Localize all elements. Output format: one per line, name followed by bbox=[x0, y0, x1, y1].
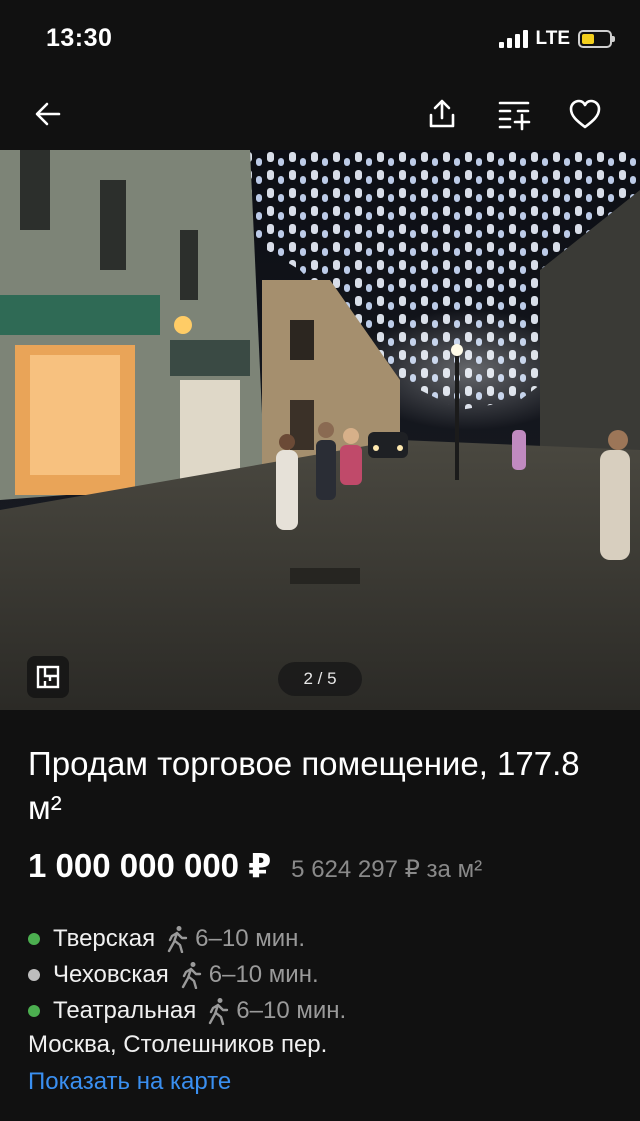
price-row: 1 000 000 000 ₽ 5 624 297 ₽ за м² bbox=[28, 846, 482, 885]
listing-title: Продам торговое помещение, 177.8 м² bbox=[28, 745, 580, 826]
metro-name: Чеховская bbox=[53, 961, 169, 988]
metro-list: Тверская 6–10 мин. Чеховская 6–10 мин. Т… bbox=[28, 921, 346, 1029]
price: 1 000 000 000 ₽ bbox=[28, 847, 272, 884]
metro-station: Тверская 6–10 мин. bbox=[28, 921, 346, 957]
photo-counter: 2 / 5 bbox=[278, 662, 362, 696]
walk-icon bbox=[209, 998, 229, 1025]
walk-icon bbox=[167, 926, 188, 953]
metro-station: Чеховская 6–10 мин. bbox=[28, 957, 346, 993]
walk-icon bbox=[181, 962, 201, 989]
arrow-left-icon bbox=[35, 102, 61, 126]
share-icon bbox=[429, 99, 455, 128]
metro-line-dot bbox=[28, 933, 40, 945]
heart-icon bbox=[569, 99, 601, 129]
show-on-map-link[interactable]: Показать на карте bbox=[28, 1068, 231, 1096]
metro-walk-time: 6–10 мин. bbox=[195, 925, 306, 952]
metro-line-dot bbox=[28, 1005, 40, 1017]
status-bar: 13:30 LTE bbox=[0, 0, 640, 80]
signal-icon bbox=[498, 30, 528, 48]
metro-station: Театральная 6–10 мин. bbox=[28, 993, 346, 1029]
metro-walk-time: 6–10 мин. bbox=[208, 961, 319, 988]
metro-line-dot bbox=[28, 969, 40, 981]
floor-plan-button[interactable] bbox=[27, 656, 69, 698]
listing-photo[interactable]: 2 / 5 bbox=[0, 150, 640, 710]
compare-button[interactable] bbox=[490, 90, 538, 138]
metro-walk-time: 6–10 мин. bbox=[236, 997, 347, 1024]
address: Москва, Столешников пер. bbox=[28, 1031, 328, 1058]
network-type: LTE bbox=[535, 28, 570, 49]
metro-name: Театральная bbox=[53, 997, 197, 1024]
status-indicators: LTE bbox=[498, 28, 615, 50]
battery-icon bbox=[578, 30, 615, 48]
floor-plan-icon bbox=[36, 665, 60, 689]
favorite-button[interactable] bbox=[561, 90, 609, 138]
back-button[interactable] bbox=[24, 90, 72, 138]
price-per-sqm: 5 624 297 ₽ за м² bbox=[291, 856, 483, 883]
street-photo bbox=[0, 150, 640, 710]
metro-name: Тверская bbox=[53, 925, 156, 952]
compare-icon bbox=[498, 101, 531, 131]
status-time: 13:30 bbox=[46, 24, 113, 52]
share-button[interactable] bbox=[418, 90, 466, 138]
nav-bar bbox=[0, 80, 640, 148]
